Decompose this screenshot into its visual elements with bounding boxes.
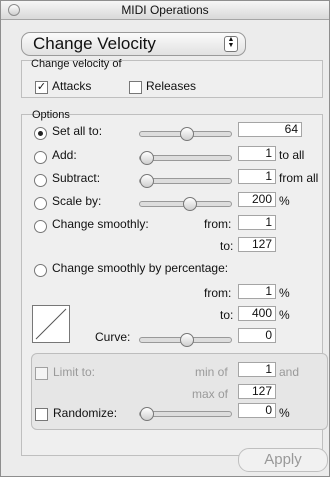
add-radio[interactable] [34,151,47,164]
limit-min-field[interactable]: 1 [238,362,276,377]
randomize-slider-thumb[interactable] [140,407,154,421]
add-suffix: to all [279,148,305,162]
scale-label: Scale by: [52,194,102,208]
subtract-slider-thumb[interactable] [140,174,154,188]
releases-checkbox[interactable] [129,81,142,94]
attacks-label: Attacks [52,79,92,93]
smooth-to-label: to: [220,239,234,253]
limit-and-label: and [279,365,300,379]
smooth-from-field[interactable]: 1 [238,215,276,230]
limit-checkbox[interactable] [35,367,48,380]
limit-max-label: max of [192,387,229,401]
change-smoothly-pct-radio[interactable] [34,264,47,277]
subtract-radio[interactable] [34,174,47,187]
randomize-suffix: % [279,406,290,420]
set-all-label: Set all to: [52,124,103,138]
limit-max-field[interactable]: 127 [238,384,276,399]
smooth-pct-from-field[interactable]: 1 [238,284,276,299]
scale-field[interactable]: 200 [238,192,276,207]
subtract-suffix: from all [279,171,319,185]
smooth-pct-to-suffix: % [279,308,290,322]
curve-slider[interactable] [139,333,232,347]
smooth-from-label: from: [204,217,232,231]
subtract-field[interactable]: 1 [238,169,276,184]
scale-suffix: % [279,194,290,208]
window-title: MIDI Operations [121,3,209,17]
operation-popup-label: Change Velocity [33,34,156,53]
curve-preview-icon [35,308,67,340]
randomize-slider[interactable] [139,407,232,421]
smooth-pct-to-field[interactable]: 400 [238,306,276,321]
set-all-field[interactable]: 64 [238,122,302,137]
limit-label: Limit to: [53,365,96,379]
apply-button[interactable]: Apply [238,448,328,472]
attacks-checkbox[interactable]: ✓ [35,81,48,94]
smooth-pct-to-label: to: [220,308,234,322]
set-all-slider[interactable] [139,127,232,141]
smooth-pct-from-suffix: % [279,286,290,300]
add-slider[interactable] [139,151,232,165]
change-smoothly-radio[interactable] [34,220,47,233]
curve-preview [32,305,70,343]
set-all-radio[interactable] [34,127,47,140]
title-bar: MIDI Operations [1,1,329,20]
randomize-field[interactable]: 0 [238,403,276,418]
options-label: Options [32,109,70,121]
subtract-slider[interactable] [139,174,232,188]
change-velocity-label: Change velocity of [31,58,122,70]
midi-operations-window: MIDI Operations Change Velocity ▲ ▼ Chang… [0,0,330,477]
add-slider-thumb[interactable] [140,151,154,165]
curve-field[interactable]: 0 [238,328,276,343]
set-all-slider-thumb[interactable] [179,127,194,141]
change-smoothly-pct-label: Change smoothly by percentage: [52,261,229,275]
smooth-pct-from-label: from: [204,286,232,300]
popup-arrows-icon: ▲ ▼ [224,36,238,52]
operation-popup[interactable]: Change Velocity ▲ ▼ [21,32,246,56]
limit-min-label: min of [195,365,228,379]
add-label: Add: [52,148,77,162]
smooth-to-field[interactable]: 127 [238,237,276,252]
releases-label: Releases [146,79,197,93]
change-smoothly-label: Change smoothly: [52,217,149,231]
randomize-checkbox[interactable] [35,408,48,421]
subtract-label: Subtract: [52,171,101,185]
scale-slider[interactable] [139,197,232,211]
scale-radio[interactable] [34,197,47,210]
add-field[interactable]: 1 [238,146,276,161]
curve-slider-thumb[interactable] [179,333,194,347]
randomize-label: Randomize: [53,406,118,420]
curve-label: Curve: [95,330,131,344]
